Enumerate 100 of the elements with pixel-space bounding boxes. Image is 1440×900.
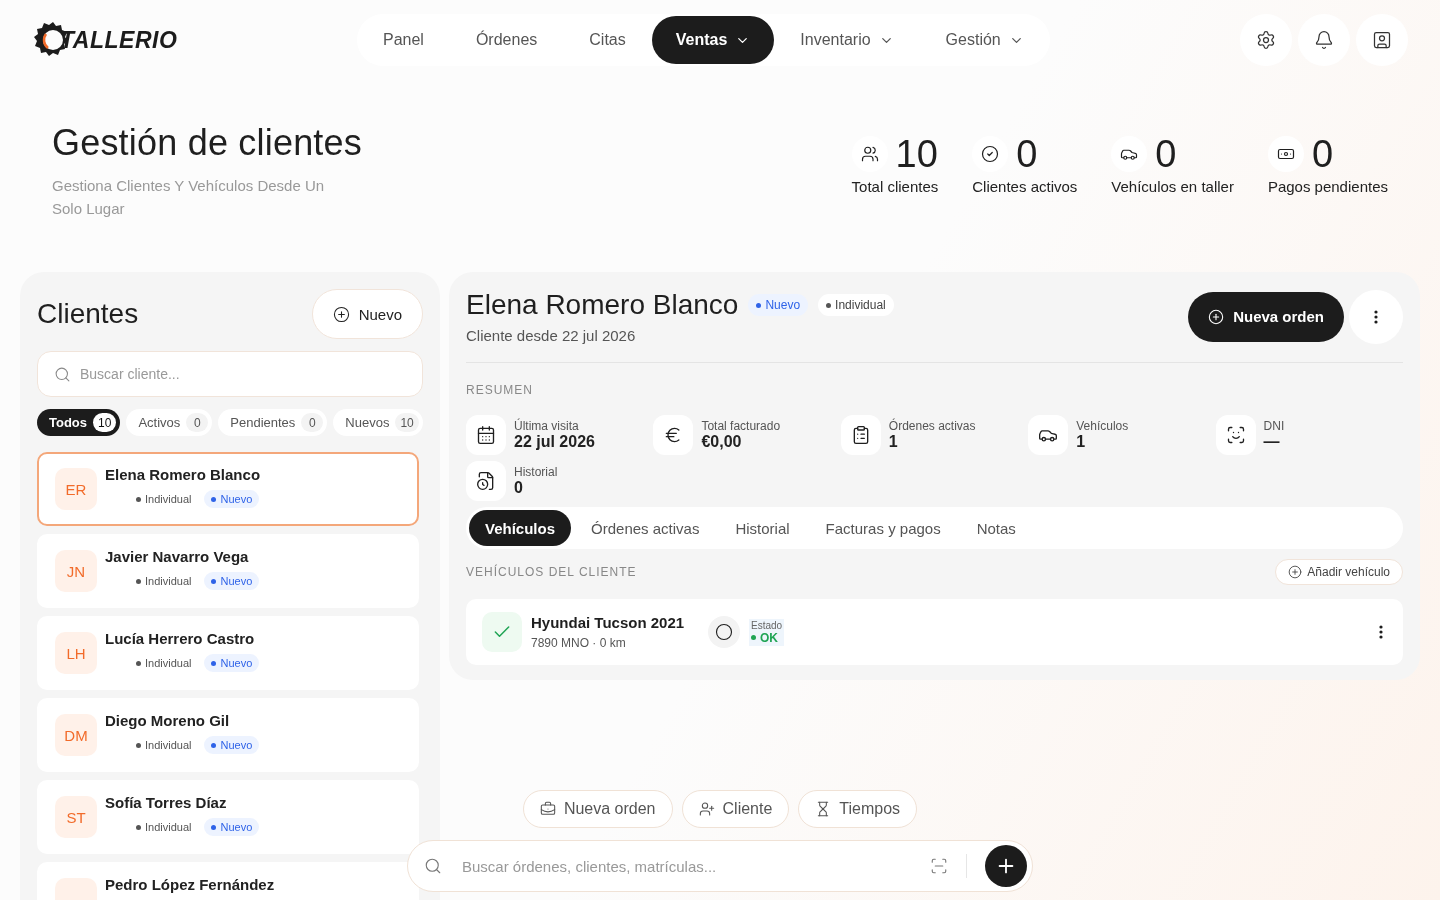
summary-label: Vehículos [1076, 419, 1129, 433]
client-since: Cliente desde 22 jul 2026 [466, 327, 637, 344]
initials-avatar: ER [55, 468, 97, 510]
notifications-button[interactable] [1298, 14, 1350, 66]
client-card[interactable]: DM Diego Moreno Gil Individual Nuevo [37, 698, 419, 772]
bell-icon [1314, 30, 1334, 50]
client-tag: Individual [818, 294, 894, 316]
section-label: VEHÍCULOS DEL CLIENTE [466, 565, 637, 579]
nav-tab[interactable]: Inventario [774, 16, 920, 64]
client-tag: Individual [129, 818, 199, 836]
filter-chip[interactable]: Todos 10 [37, 409, 121, 436]
nav-tab[interactable]: Gestión [919, 16, 1050, 64]
nav-tab[interactable]: Ventas [651, 16, 775, 64]
vehicle-meta: 7890 MNO · 0 km [531, 636, 627, 650]
client-tag: Nuevo [748, 294, 809, 316]
initials-avatar: JN [55, 550, 97, 592]
stat-value: 0 [1311, 134, 1334, 174]
quick-action-button[interactable]: Tiempos [798, 790, 918, 828]
check-icon [482, 612, 522, 652]
new-order-button[interactable]: Nueva orden [1188, 291, 1344, 342]
vehicle-name: Hyundai Tucson 2021 [531, 614, 686, 631]
client-name: Pedro López Fernández [105, 876, 275, 893]
summary-value: 1 [888, 433, 899, 451]
client-name: Lucía Herrero Castro [105, 630, 256, 647]
plus-icon [1208, 308, 1225, 325]
add-button[interactable] [985, 845, 1027, 887]
stat-label: Vehículos en taller [1111, 178, 1234, 195]
tab[interactable]: Notas [960, 510, 1032, 546]
nav-tab[interactable]: Panel [357, 16, 450, 64]
settings-icon [1256, 30, 1276, 50]
tab[interactable]: Vehículos [469, 510, 572, 546]
summary-label: Total facturado [701, 419, 781, 433]
tab[interactable]: Facturas y pagos [809, 510, 957, 546]
add-vehicle-button[interactable]: Añadir vehículo [1275, 559, 1403, 585]
status-value: OK [751, 630, 783, 645]
client-tag: Nuevo [204, 818, 260, 836]
initials-avatar: LH [55, 632, 97, 674]
client-tag: Nuevo [204, 654, 260, 672]
kebab-icon [1379, 625, 1383, 639]
client-tag: Nuevo [204, 572, 260, 590]
client-tag: Individual [129, 736, 199, 754]
filter-chip[interactable]: Pendientes 0 [218, 409, 328, 436]
circle-icon [708, 616, 740, 648]
client-card[interactable]: JN Javier Navarro Vega Individual Nuevo [37, 534, 419, 608]
vehicle-card[interactable]: Hyundai Tucson 2021 7890 MNO · 0 km Estado OK [466, 599, 1403, 665]
stat-label: Clientes activos [972, 178, 1078, 195]
stat-value: 0 [1155, 134, 1177, 174]
nav-tab[interactable]: Citas [563, 16, 652, 64]
summary-value: 1 [1076, 433, 1087, 451]
client-card[interactable]: ST Sofía Torres Díaz Individual Nuevo [37, 780, 419, 854]
plus-icon [332, 305, 350, 323]
search-icon [424, 857, 442, 875]
stat-value: 0 [1016, 134, 1038, 174]
page-subtitle: Gestiona Clientes Y Vehículos Desde Un Solo Lugar [52, 176, 326, 219]
summary-value: 22 jul 2026 [514, 433, 595, 451]
summary-label: Historial [514, 465, 558, 479]
summary-value: €0,00 [701, 433, 743, 451]
command-search-field[interactable]: Buscar órdenes, clientes, matrículas... [460, 856, 912, 876]
stat-label: Total clientes [851, 178, 939, 195]
summary-value: — [1263, 433, 1281, 451]
document-clock-icon [476, 471, 496, 491]
stat-label: Pagos pendientes [1267, 178, 1388, 195]
summary-label: Órdenes activas [888, 419, 976, 433]
summary-label: DNI [1263, 419, 1285, 433]
client-tag: Individual [129, 654, 199, 672]
profile-button[interactable] [1356, 14, 1408, 66]
client-name: Sofía Torres Díaz [105, 794, 228, 811]
check-circle-icon [981, 145, 1000, 163]
user-plus-icon [698, 801, 715, 817]
client-card[interactable]: LH Lucía Herrero Castro Individual Nuevo [37, 616, 419, 690]
kebab-icon [1374, 309, 1378, 324]
filter-chip[interactable]: Activos 0 [126, 409, 213, 436]
tab[interactable]: Órdenes activas [575, 510, 716, 546]
search-icon [54, 366, 71, 383]
initials-avatar: ST [55, 796, 97, 838]
client-search-field[interactable]: Buscar cliente... [37, 351, 423, 397]
filter-chip[interactable]: Nuevos 10 [333, 409, 423, 436]
client-tag: Individual [129, 490, 199, 508]
status-label: Estado [751, 619, 783, 631]
face-scan-icon [1225, 425, 1246, 445]
quick-action-button[interactable]: Cliente [681, 790, 790, 828]
nav-tab[interactable]: Órdenes [449, 16, 564, 64]
quick-action-button[interactable]: Nueva orden [522, 790, 673, 828]
client-title: Elena Romero Blanco [466, 289, 739, 321]
command-search-bar[interactable]: Buscar órdenes, clientes, matrículas... [407, 840, 1033, 892]
scan-icon[interactable] [930, 857, 948, 875]
section-label: RESUMEN [466, 383, 534, 397]
client-name: Elena Romero Blanco [105, 466, 261, 483]
tab[interactable]: Historial [719, 510, 806, 546]
summary-label: Última visita [514, 419, 580, 433]
panel-title: Clientes [37, 298, 139, 330]
new-client-button[interactable]: Nuevo [311, 289, 423, 339]
settings-button[interactable] [1240, 14, 1292, 66]
client-name: Diego Moreno Gil [105, 712, 231, 729]
client-tag: Nuevo [204, 490, 260, 508]
client-card[interactable]: ER Elena Romero Blanco Individual Nuevo [37, 452, 419, 526]
client-name: Javier Navarro Vega [105, 548, 250, 565]
client-tag: Individual [129, 572, 199, 590]
calendar-icon [476, 425, 496, 445]
client-card[interactable]: Pedro López Fernández [37, 862, 419, 900]
